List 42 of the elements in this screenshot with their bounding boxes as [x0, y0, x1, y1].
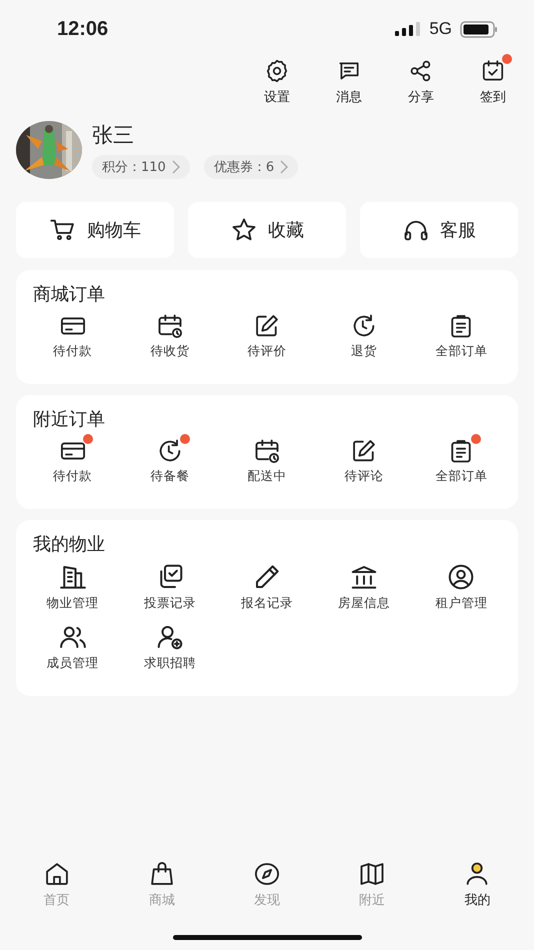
stat-chip[interactable]: 积分：110 — [92, 155, 190, 179]
menu-item[interactable]: 成员管理 — [24, 622, 122, 672]
menu-item[interactable]: 退货 — [316, 312, 413, 360]
network-type: 5G — [429, 19, 452, 39]
menu-item[interactable]: 待付款 — [24, 437, 122, 485]
top-action[interactable]: 消息 — [324, 58, 374, 108]
tab-item[interactable]: 我的 — [424, 860, 530, 909]
shortcut-button[interactable]: 购物车 — [16, 202, 174, 258]
menu-item[interactable]: 待备餐 — [121, 437, 218, 485]
calendar-clock-icon — [252, 437, 281, 465]
stat-chip[interactable]: 优惠券：6 — [204, 155, 298, 179]
shortcut-button[interactable]: 客服 — [360, 202, 518, 258]
settings-icon — [264, 58, 290, 84]
clock-time: 12:06 — [57, 18, 110, 40]
menu-item[interactable]: 租户管理 — [412, 562, 510, 612]
signal-icon — [395, 22, 422, 36]
top-action[interactable]: 分享 — [396, 58, 446, 108]
menu-item[interactable]: 待评论 — [316, 437, 413, 485]
menu-item[interactable]: 报名记录 — [218, 562, 316, 612]
menu-item[interactable]: 投票记录 — [121, 562, 218, 612]
menu-item[interactable]: 全部订单 — [412, 437, 510, 485]
battery-icon — [460, 20, 498, 38]
top-action[interactable]: 设置 — [252, 58, 302, 108]
chevron-icon — [172, 160, 180, 174]
calendar-clock-icon — [156, 312, 184, 340]
menu-item[interactable]: 待付款 — [24, 312, 122, 360]
section-title: 附近订单 — [32, 408, 106, 431]
top-action[interactable]: 签到 — [468, 58, 518, 108]
compass-icon — [252, 860, 281, 888]
chevron-icon — [280, 160, 288, 174]
menu-item[interactable]: 配送中 — [218, 437, 316, 485]
shortcut-button[interactable]: 收藏 — [188, 202, 346, 258]
menu-item[interactable]: 待评价 — [218, 312, 316, 360]
section-title: 我的物业 — [32, 533, 106, 556]
menu-item[interactable]: 房屋信息 — [316, 562, 413, 612]
map-icon — [358, 860, 386, 888]
menu-item[interactable]: 待收货 — [121, 312, 218, 360]
menu-item[interactable]: 全部订单 — [412, 312, 510, 360]
section-title: 商城订单 — [32, 283, 106, 306]
menu-item[interactable]: 物业管理 — [24, 562, 122, 612]
menu-item[interactable]: 求职招聘 — [121, 622, 218, 672]
user-name: 张三 — [92, 122, 135, 149]
